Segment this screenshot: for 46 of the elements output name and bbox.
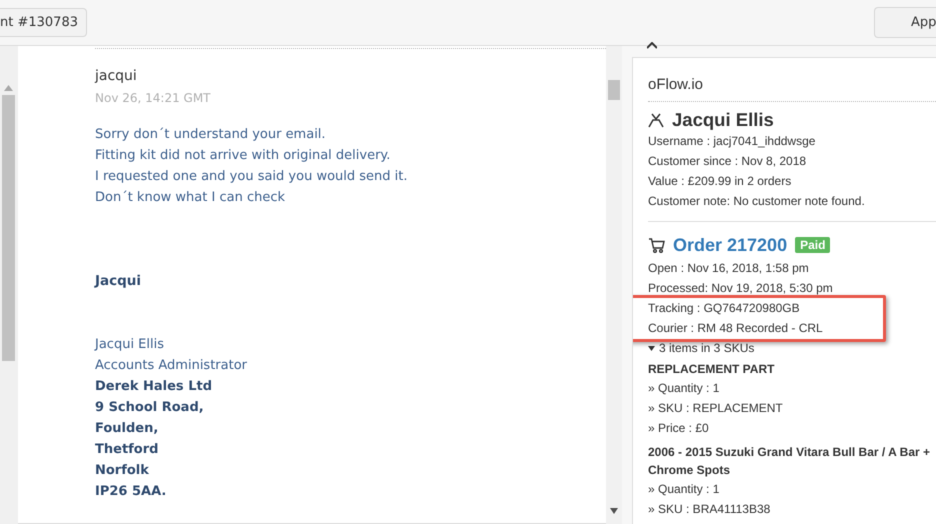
scroll-up-icon[interactable] xyxy=(4,85,13,91)
message-line: Sorry don´t understand your email. xyxy=(95,126,326,144)
item-detail: » Price : £0 xyxy=(648,420,709,437)
item-detail: » Quantity : 1 xyxy=(648,481,720,498)
items-toggle[interactable]: 3 items in 3 SKUs xyxy=(648,338,754,358)
item-name: 2006 - 2015 Suzuki Grand Vitara Bull Bar / A Bar + Chrome Spots xyxy=(648,444,932,479)
cart-icon xyxy=(648,237,665,253)
customer-detail: Value : £209.99 in 2 orders xyxy=(648,173,792,190)
sender-name: jacqui xyxy=(95,67,137,86)
item-detail: » SKU : REPLACEMENT xyxy=(648,400,783,417)
signature-line: Norfolk xyxy=(95,462,149,480)
signoff-name: Jacqui xyxy=(95,272,142,291)
message-line: Fitting kit did not arrive with original delivery. xyxy=(95,147,390,165)
signature-line: Foulden, xyxy=(95,420,158,438)
caret-icon xyxy=(648,344,655,352)
item-detail: » Quantity : 1 xyxy=(648,380,720,397)
order-detail: Open : Nov 16, 2018, 1:58 pm xyxy=(648,260,809,277)
scrollbar-thumb[interactable] xyxy=(2,95,15,361)
signature-line: 9 School Road, xyxy=(95,399,204,417)
signature-line: Derek Hales Ltd xyxy=(95,378,212,396)
item-detail: » SKU : BRA41113B38 xyxy=(648,501,770,518)
order-title[interactable]: Order 217200 xyxy=(673,234,788,256)
order-detail: Processed: Nov 19, 2018, 5:30 pm xyxy=(648,280,833,297)
signature-line: Thetford xyxy=(95,441,158,459)
ticket-button[interactable]: nt #130783 xyxy=(0,8,87,37)
message-timestamp: Nov 26, 14:21 GMT xyxy=(95,90,211,107)
customer-name: Jacqui Ellis xyxy=(672,109,774,131)
scrollbar-thumb[interactable] xyxy=(608,80,620,100)
brand-name: oFlow.io xyxy=(648,75,704,95)
customer-detail: Customer since : Nov 8, 2018 xyxy=(648,153,806,170)
message-line: I requested one and you said you would send it. xyxy=(95,168,408,186)
app-button[interactable]: App xyxy=(874,7,936,38)
scroll-down-icon[interactable] xyxy=(610,508,618,514)
order-detail: Tracking : GQ764720980GB xyxy=(648,300,800,317)
items-count: 3 items in 3 SKUs xyxy=(659,340,754,357)
customer-detail: Customer note: No customer note found. xyxy=(648,193,865,210)
person-icon xyxy=(648,112,664,128)
signature-line: Jacqui Ellis xyxy=(95,336,164,354)
status-badge: Paid xyxy=(795,237,830,253)
signature-line: IP26 5AA. xyxy=(95,483,166,501)
order-detail: Courier : RM 48 Recorded - CRL xyxy=(648,320,823,337)
close-icon[interactable] xyxy=(647,42,657,49)
customer-detail: Username : jacj7041_ihddwsge xyxy=(648,133,816,150)
signature-line: Accounts Administrator xyxy=(95,357,248,375)
message-line: Don´t know what I can check xyxy=(95,189,285,207)
item-name: REPLACEMENT PART xyxy=(648,361,776,378)
